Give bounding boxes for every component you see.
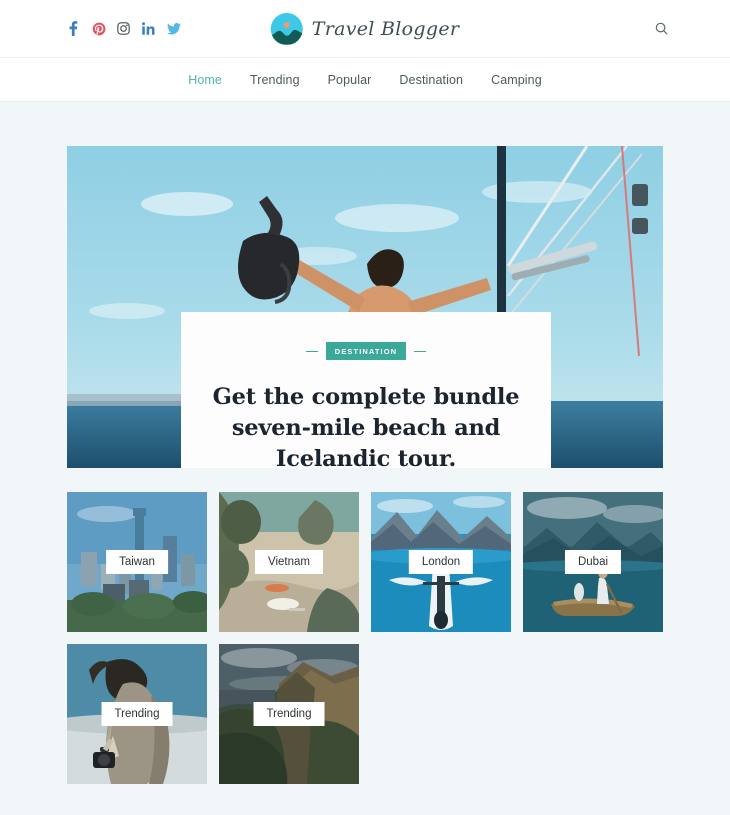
search-icon[interactable] (650, 18, 672, 40)
mountain-sun-circle-icon (270, 12, 303, 45)
social-links (66, 21, 181, 36)
content-wrapper: DESTINATION Get the complete bundle seve… (67, 102, 663, 784)
nav-item-popular[interactable]: Popular (328, 73, 372, 87)
twitter-icon[interactable] (166, 21, 181, 36)
card-trending-mountain[interactable]: Trending (219, 644, 359, 784)
card-dubai[interactable]: Dubai (523, 492, 663, 632)
site-logo[interactable]: Travel Blogger (270, 12, 460, 45)
card-label: Trending (101, 702, 173, 726)
card-taiwan[interactable]: Taiwan (67, 492, 207, 632)
card-label: Taiwan (106, 550, 168, 574)
nav-item-destination[interactable]: Destination (399, 73, 463, 87)
category-card-grid: Taiwan Vietnam London Dubai Trending Tre… (67, 492, 663, 784)
top-bar: Travel Blogger (0, 0, 730, 58)
hero-text-card: DESTINATION Get the complete bundle seve… (181, 312, 551, 468)
dash-right (414, 350, 427, 352)
card-vietnam[interactable]: Vietnam (219, 492, 359, 632)
pinterest-icon[interactable] (91, 21, 106, 36)
linkedin-icon[interactable] (141, 21, 156, 36)
card-label: Trending (253, 702, 325, 726)
dash-left (305, 350, 318, 352)
main-navigation: Home Trending Popular Destination Campin… (0, 58, 730, 102)
card-label: London (408, 550, 474, 574)
brand-name: Travel Blogger (311, 17, 460, 40)
nav-item-trending[interactable]: Trending (250, 73, 300, 87)
nav-item-camping[interactable]: Camping (491, 73, 542, 87)
card-london[interactable]: London (371, 492, 511, 632)
hero-title: Get the complete bundle seven-mile beach… (212, 384, 520, 468)
card-label: Dubai (564, 550, 622, 574)
mountain-shape (270, 29, 303, 45)
facebook-icon[interactable] (66, 21, 81, 36)
nav-item-home[interactable]: Home (188, 73, 222, 87)
card-label: Vietnam (255, 550, 323, 574)
hero-badge-row: DESTINATION (207, 342, 525, 360)
hero-article[interactable]: DESTINATION Get the complete bundle seve… (67, 146, 663, 468)
instagram-icon[interactable] (116, 21, 131, 36)
category-badge[interactable]: DESTINATION (325, 342, 407, 360)
card-trending-photographer[interactable]: Trending (67, 644, 207, 784)
